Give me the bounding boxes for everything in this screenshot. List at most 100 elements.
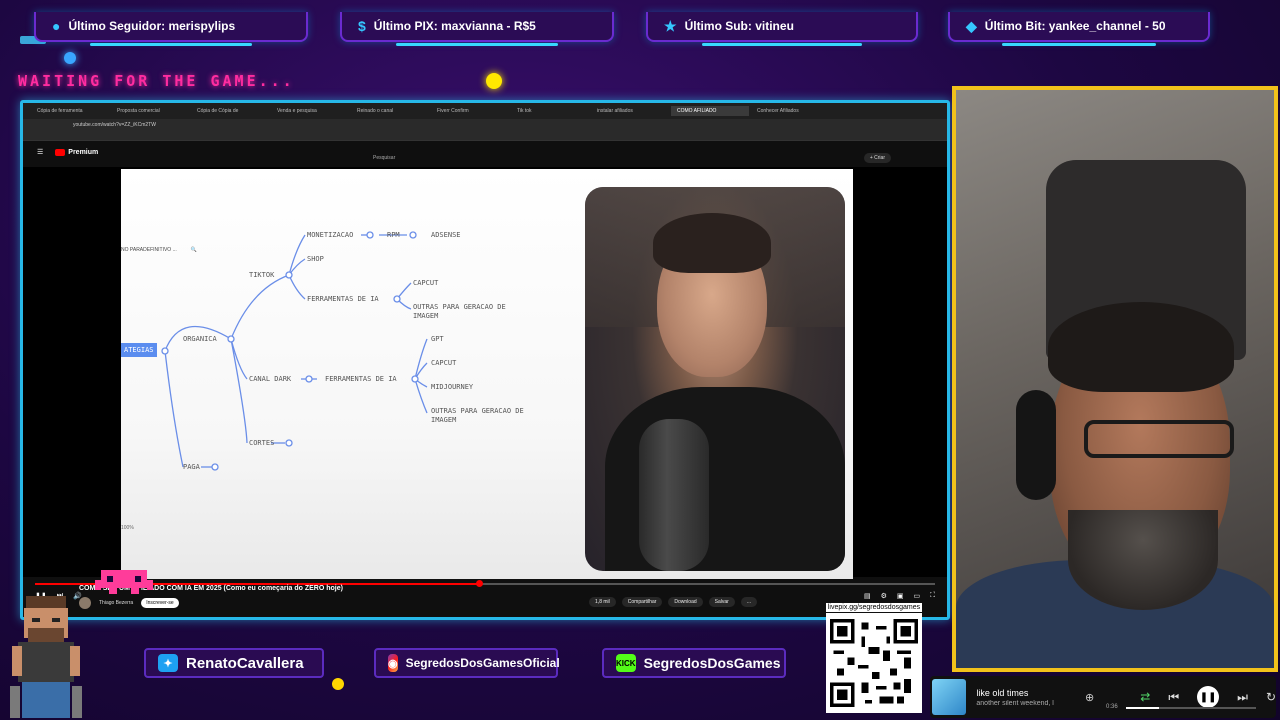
alert-text: Último Bit: yankee_channel - 50: [984, 19, 1166, 33]
space-invader-icon: [95, 570, 153, 594]
presenter-hair: [653, 213, 771, 273]
streamer-hair: [1048, 302, 1234, 392]
mindmap-edges: [161, 231, 428, 471]
alert-text: Último PIX: maxvianna - R$5: [373, 19, 536, 33]
mindmap-node[interactable]: SHOP: [307, 255, 324, 263]
twitter-handle: RenatoCavallera: [186, 654, 304, 672]
alert-strip: [701, 43, 863, 46]
mindmap-node[interactable]: CAPCUT: [431, 359, 456, 367]
browser-tab[interactable]: Cópia de ferramenta: [31, 106, 109, 116]
create-button[interactable]: + Criar: [863, 153, 891, 163]
save-button[interactable]: Salvar: [708, 597, 735, 607]
channel-name[interactable]: Thiago Bezerra: [99, 600, 133, 606]
address-bar[interactable]: youtube.com/watch?v=ZZ_iKCm2TW: [23, 119, 947, 131]
glasses: [1084, 420, 1234, 458]
track-progress-fill: [1126, 707, 1159, 709]
mindmap-node[interactable]: CORTES: [249, 439, 274, 447]
track-progress[interactable]: [1126, 707, 1256, 709]
twitter-icon: ✦: [158, 654, 178, 672]
browser-tab[interactable]: Conhecer Afiliados: [751, 106, 829, 116]
browser-tabs: Cópia de ferramenta Proposta comercial C…: [23, 103, 947, 119]
music-player: like old times another silent weekend, l…: [930, 676, 1276, 718]
presenter-webcam: [585, 187, 845, 571]
mindmap-node[interactable]: CANAL DARK: [249, 375, 291, 383]
mindmap-node[interactable]: OUTRAS PARA GERACAO DE IMAGEM: [431, 407, 541, 425]
share-button[interactable]: Compartilhar: [621, 597, 663, 607]
social-kick[interactable]: KICK SegredosDosGames: [602, 648, 786, 678]
mindmap-node[interactable]: TIKTOK: [249, 271, 274, 279]
youtube-play-icon: [55, 148, 66, 156]
alert-last-pix: $ Último PIX: maxvianna - R$5: [340, 12, 614, 46]
zoom-level[interactable]: 100%: [121, 525, 134, 531]
mindmap-node[interactable]: RPM: [387, 231, 400, 239]
browser-tab[interactable]: Reinado o canal: [351, 106, 429, 116]
alert-last-bit: ◆ Último Bit: yankee_channel - 50: [948, 12, 1210, 46]
browser-tab[interactable]: Venda e pesquisa: [271, 106, 349, 116]
youtube-brand: Premium: [68, 148, 99, 156]
alert-last-follower: ● Último Seguidor: merispylips: [34, 12, 308, 46]
qr-code: [826, 613, 922, 713]
user-icon: ●: [52, 18, 61, 34]
address-text: youtube.com/watch?v=ZZ_iKCm2TW: [73, 122, 156, 128]
theater-icon[interactable]: ▭: [913, 592, 920, 600]
alert-strip: [396, 43, 558, 46]
pixel-character: [10, 596, 82, 718]
microphone: [639, 419, 709, 571]
like-button[interactable]: 1,8 mil: [589, 597, 616, 607]
video-player[interactable]: NO PARADEFINITIVO ... 🔍 ATEGIAS ORGANICA…: [23, 167, 947, 579]
pause-button[interactable]: ❚❚: [1197, 686, 1220, 708]
mindmap-node[interactable]: CAPCUT: [413, 279, 438, 287]
browser-tab[interactable]: Fiverr Confirm: [431, 106, 509, 116]
download-button[interactable]: Download: [668, 597, 703, 607]
kick-icon: KICK: [616, 654, 636, 672]
mindmap-node[interactable]: MONETIZACAO: [307, 231, 353, 239]
repeat-icon[interactable]: ↻: [1266, 690, 1276, 704]
decor-dot: [486, 73, 502, 89]
settings-icon[interactable]: ⚙: [881, 592, 887, 600]
subtitles-icon[interactable]: ▤: [864, 592, 871, 600]
youtube-search-input[interactable]: Pesquisar: [373, 155, 543, 165]
youtube-logo[interactable]: Premium: [55, 148, 99, 156]
progress-knob[interactable]: [476, 580, 483, 587]
decor-dot: [332, 678, 344, 690]
browser-tab[interactable]: Tik tok: [511, 106, 589, 116]
menu-icon[interactable]: ☰: [37, 148, 43, 156]
channel-row: Thiago Bezerra Inscrever-se: [79, 597, 179, 609]
mindmap-node[interactable]: FERRAMENTAS DE IA: [307, 295, 379, 303]
browser-tab[interactable]: Cópia de Cópia de: [191, 106, 269, 116]
social-twitter[interactable]: ✦ RenatoCavallera: [144, 648, 324, 678]
miniplayer-icon[interactable]: ▣: [897, 592, 904, 600]
bookmarks-bar: [23, 131, 947, 141]
mindmap-node[interactable]: PAGA: [183, 463, 200, 471]
video-actions: 1,8 mil Compartilhar Download Salvar ...: [589, 597, 757, 607]
social-instagram[interactable]: ◉ SegredosDosGamesOficial: [374, 648, 560, 678]
mindmap-node[interactable]: MIDJOURNEY: [431, 383, 473, 391]
alert-strip: [1001, 43, 1157, 46]
mindmap-node[interactable]: OUTRAS PARA GERACAO DE IMAGEM: [413, 303, 523, 321]
album-cover: [932, 679, 967, 715]
song-artist: another silent weekend, l: [976, 699, 1054, 707]
browser-tab[interactable]: Proposta comercial: [111, 106, 189, 116]
mindmap-node[interactable]: ORGANICA: [183, 335, 217, 343]
alert-strip: [90, 43, 252, 46]
previous-icon[interactable]: ⏮: [1168, 690, 1179, 705]
alert-last-sub: ★ Último Sub: vitineu: [646, 12, 918, 46]
add-icon[interactable]: ⊕: [1085, 691, 1094, 704]
next-track-icon[interactable]: ⏭: [1237, 690, 1248, 705]
song-title: like old times: [976, 687, 1029, 698]
subscribe-button[interactable]: Inscrever-se: [141, 598, 179, 608]
shuffle-icon[interactable]: ⇄: [1140, 690, 1150, 704]
alert-text: Último Sub: vitineu: [684, 19, 794, 33]
mindmap-node[interactable]: ADSENSE: [431, 231, 461, 239]
waiting-banner: WAITING FOR THE GAME...: [18, 72, 295, 90]
mindmap-node[interactable]: GPT: [431, 335, 444, 343]
fullscreen-icon[interactable]: ⛶: [930, 592, 935, 600]
more-button[interactable]: ...: [740, 597, 757, 607]
browser-tab-active[interactable]: COMO AFILIADO: [671, 106, 749, 116]
mindmap-node-root[interactable]: ATEGIAS: [121, 343, 157, 357]
alert-text: Último Seguidor: merispylips: [68, 19, 236, 33]
decor-dot: [64, 52, 76, 64]
diamond-icon: ◆: [966, 17, 977, 34]
mindmap-node[interactable]: FERRAMENTAS DE IA: [325, 375, 397, 383]
browser-tab[interactable]: instalar afiliados: [591, 106, 669, 116]
